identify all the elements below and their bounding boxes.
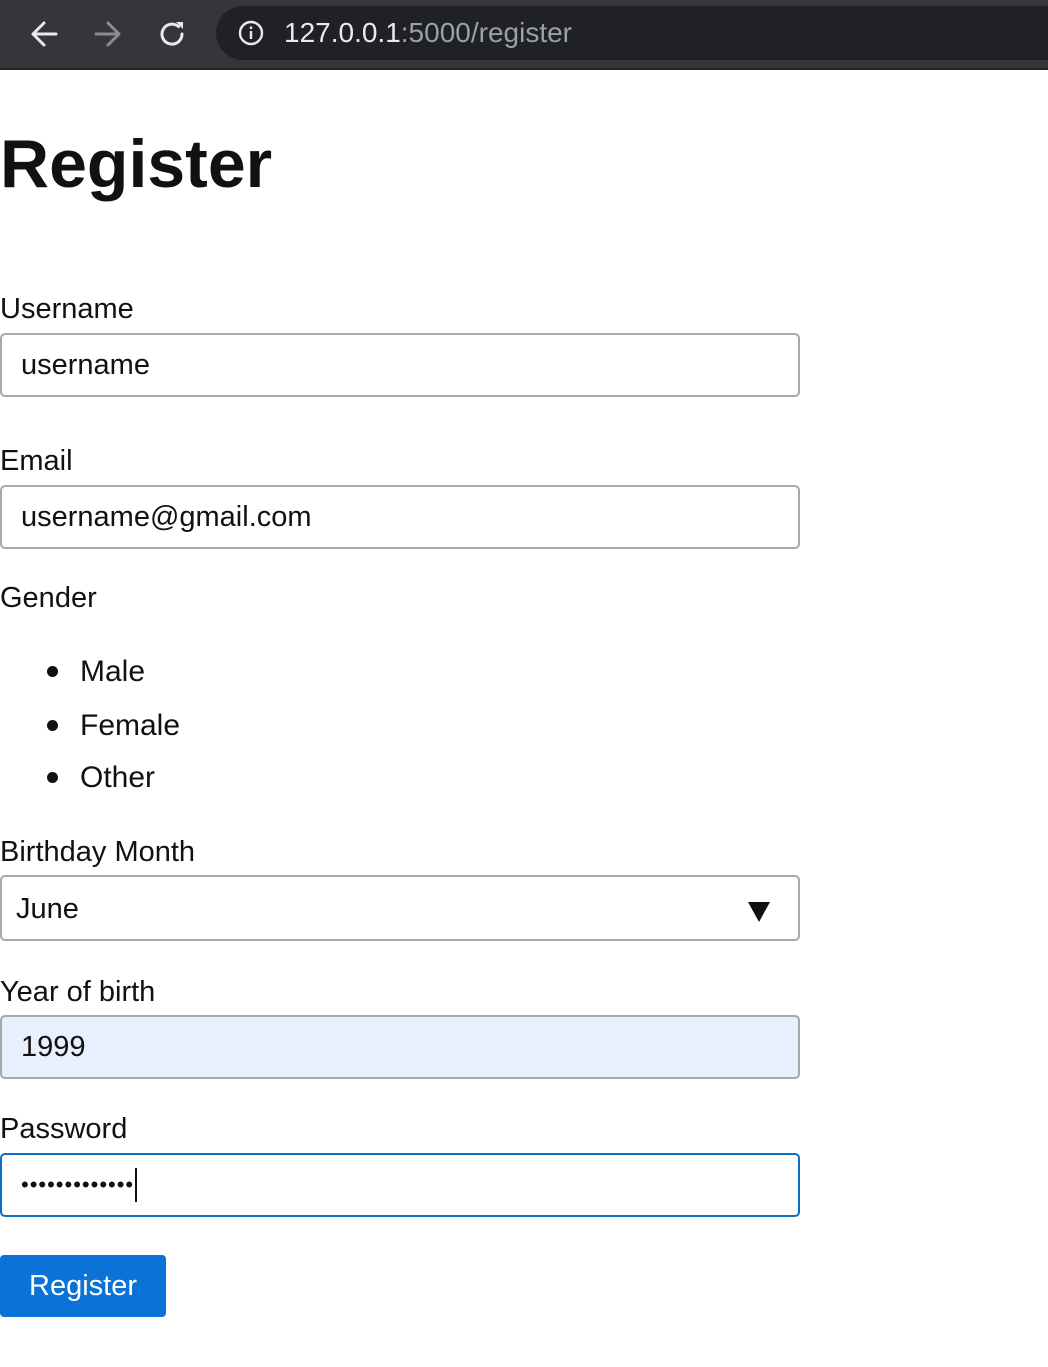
birthday-month-label: Birthday Month: [0, 836, 196, 868]
info-icon[interactable]: [238, 20, 264, 46]
url-path: :5000/register: [400, 17, 572, 48]
username-input[interactable]: [0, 333, 800, 397]
gender-label: Gender: [0, 582, 97, 614]
birthday-month-value: June: [16, 893, 79, 925]
address-bar[interactable]: 127.0.0.1:5000/register: [216, 6, 1048, 60]
password-label: Password: [0, 1113, 128, 1145]
register-button[interactable]: Register: [0, 1255, 166, 1317]
url-text: 127.0.0.1:5000/register: [284, 19, 572, 47]
url-host: 127.0.0.1: [284, 17, 401, 48]
gender-option-label: Female: [80, 709, 181, 742]
username-label: Username: [0, 293, 134, 325]
arrow-left-icon: [31, 21, 58, 47]
reload-button[interactable]: [152, 14, 192, 54]
email-label: Email: [0, 445, 73, 477]
bullet-icon: [47, 666, 58, 677]
bullet-icon: [47, 772, 58, 783]
gender-option-label: Male: [80, 655, 146, 688]
password-masked-value: •••••••••••••: [21, 1172, 135, 1197]
bullet-icon: [47, 720, 58, 731]
text-caret: [135, 1168, 138, 1202]
arrow-right-icon: [94, 21, 121, 47]
birthday-month-select[interactable]: June: [0, 875, 800, 941]
year-of-birth-input[interactable]: [0, 1015, 800, 1079]
forward-button[interactable]: [88, 14, 128, 54]
year-of-birth-label: Year of birth: [0, 976, 156, 1008]
reload-icon: [160, 22, 184, 46]
browser-toolbar: 127.0.0.1:5000/register: [0, 0, 1048, 70]
email-input[interactable]: [0, 485, 800, 549]
back-button[interactable]: [24, 14, 64, 54]
password-input[interactable]: •••••••••••••: [0, 1153, 800, 1217]
dropdown-arrow-icon: [748, 902, 770, 922]
page-title: Register: [0, 126, 273, 202]
gender-option-label: Other: [80, 761, 156, 794]
